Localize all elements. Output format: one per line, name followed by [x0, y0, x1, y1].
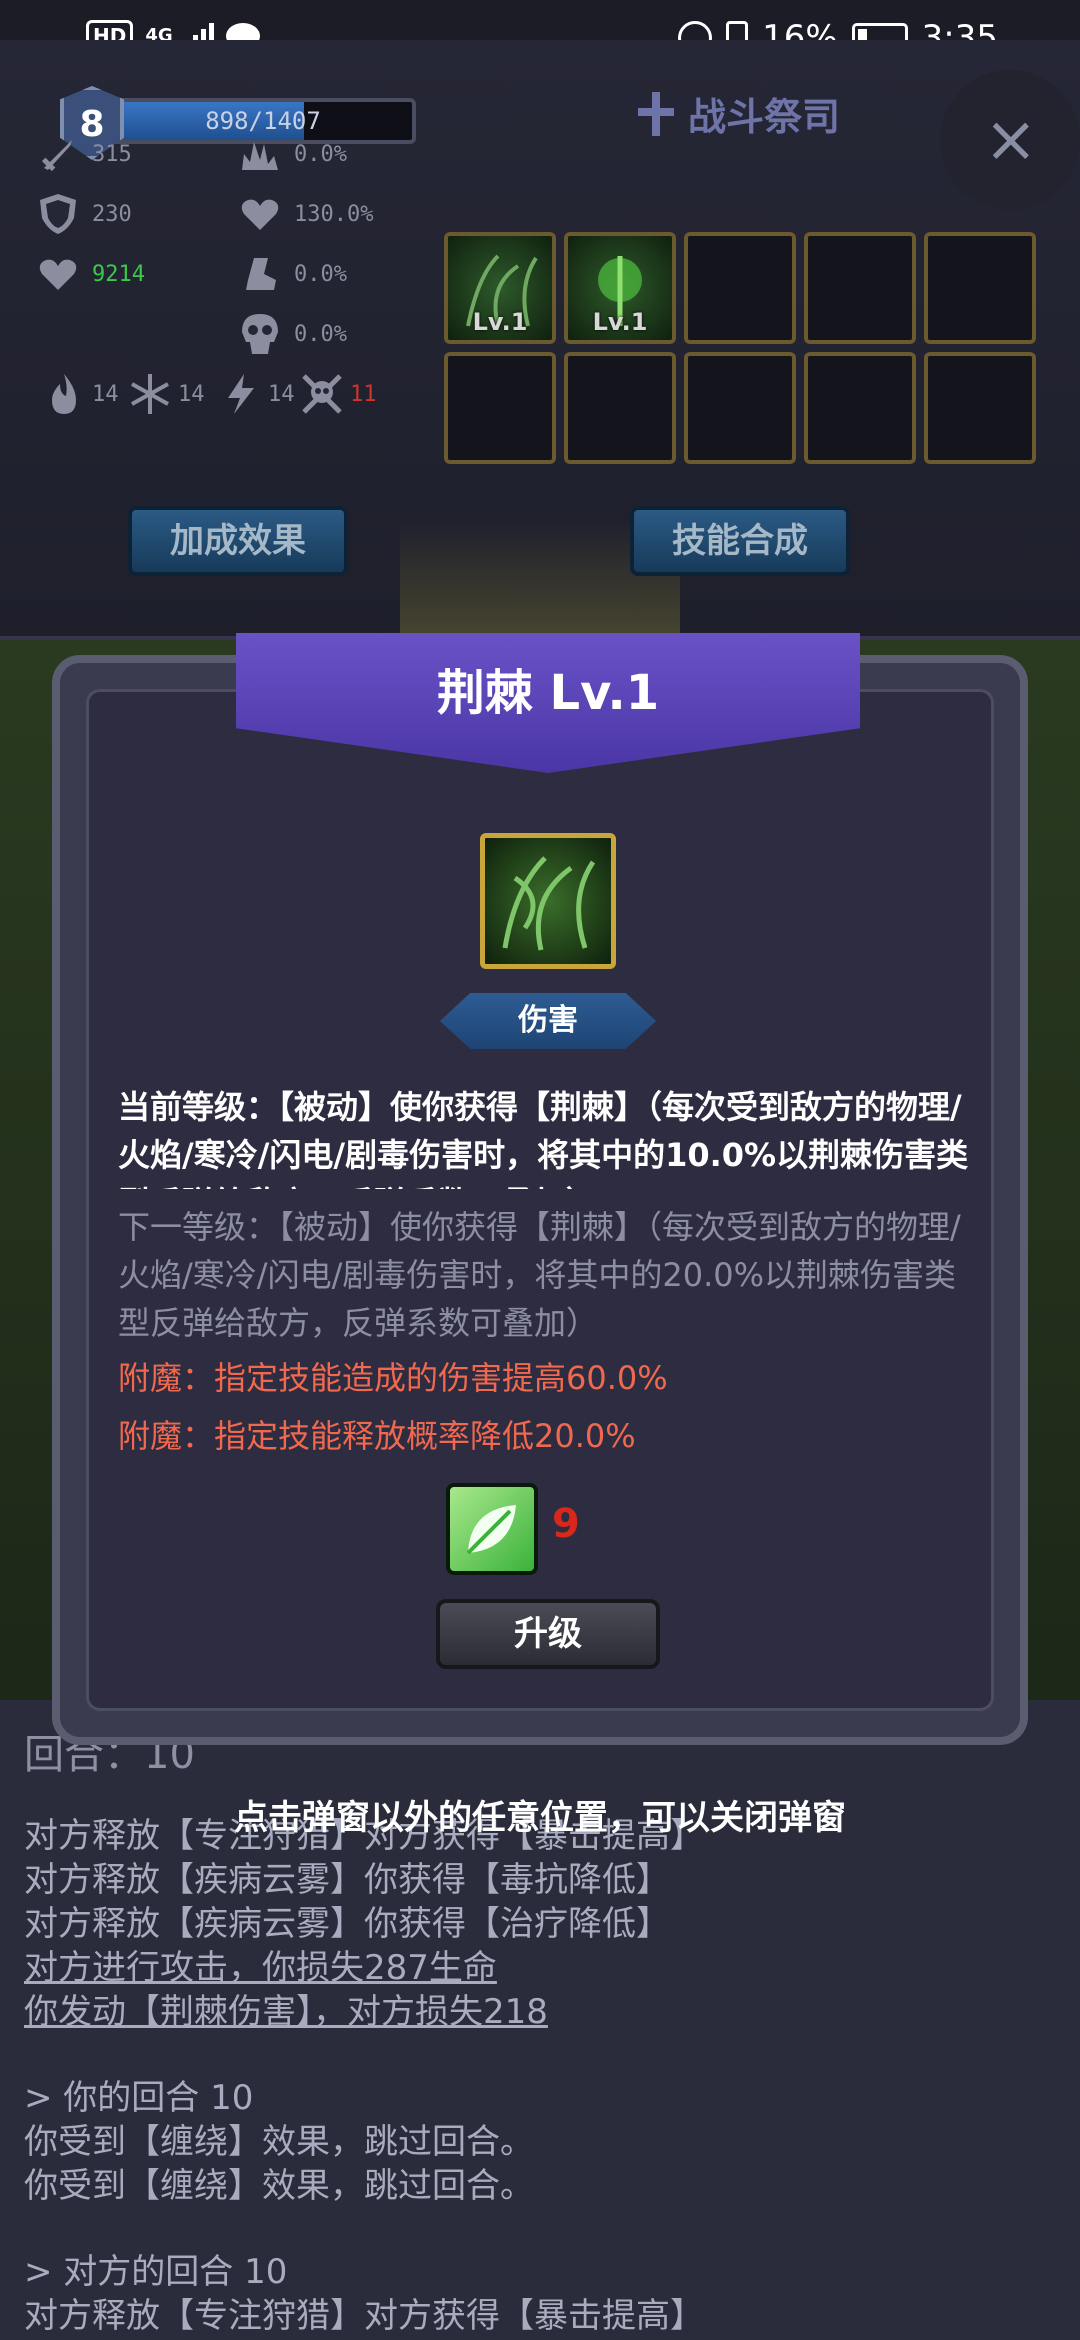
- close-button[interactable]: ×: [940, 70, 1080, 210]
- current-level-description: 当前等级：【被动】使你获得【荆棘】（每次受到敌方的物理/火焰/寒冷/闪电/剧毒伤…: [118, 1088, 969, 1189]
- enchant-line: 附魔：指定技能释放概率降低20.0%: [118, 1417, 636, 1455]
- stat-lifesteal: 130.0%: [238, 192, 373, 236]
- winged-heart-icon: [238, 192, 282, 236]
- stat-hp: 9214: [36, 252, 145, 296]
- upgrade-button[interactable]: 升级: [436, 1599, 660, 1669]
- thorns-skill-icon: [480, 833, 616, 969]
- log-line: 对方释放【疾病云雾】你获得【毒抗降低】: [24, 1860, 670, 1900]
- skill-slot[interactable]: [924, 352, 1036, 464]
- log-line: 你发动【荆棘伤害】，对方损失218: [24, 1992, 548, 2032]
- skill-slot[interactable]: [804, 352, 916, 464]
- damage-type-tag: 伤害: [440, 993, 656, 1049]
- bonus-effects-button[interactable]: 加成效果: [128, 506, 348, 576]
- cross-icon: [636, 91, 676, 136]
- log-line: 你受到【缠绕】效果，跳过回合。: [24, 2122, 534, 2162]
- stat-crit: 0.0%: [238, 132, 347, 176]
- burst-icon: [238, 132, 282, 176]
- skill-slot[interactable]: [804, 232, 916, 344]
- skill-slot[interactable]: [924, 232, 1036, 344]
- log-line: 对方释放【专注狩猎】对方获得【暴击提高】: [24, 2296, 704, 2336]
- skull-crossbones-icon: [300, 372, 344, 416]
- log-line: 对方进行攻击，你损失287生命: [24, 1948, 497, 1988]
- heart-icon: [36, 252, 80, 296]
- skill-merge-button[interactable]: 技能合成: [630, 506, 850, 576]
- skull-icon: [238, 312, 282, 356]
- stat-defense: 230: [36, 192, 132, 236]
- stat-attack: 315: [36, 132, 132, 176]
- next-level-description: 下一等级：【被动】使你获得【荆棘】（每次受到敌方的物理/火焰/寒冷/闪电/剧毒伤…: [118, 1208, 961, 1342]
- log-line: 对方释放【疾病云雾】你获得【治疗降低】: [24, 1904, 670, 1944]
- skill-slot[interactable]: Lv.1: [564, 232, 676, 344]
- leaf-material-icon: [446, 1483, 538, 1575]
- stat-lightning: 14: [218, 372, 295, 416]
- skill-slot[interactable]: [684, 232, 796, 344]
- enchant-line: 附魔：指定技能造成的伤害提高60.0%: [118, 1359, 668, 1397]
- lightning-icon: [218, 372, 262, 416]
- log-line: 你受到【缠绕】效果，跳过回合。: [24, 2166, 534, 2206]
- skill-slot[interactable]: [684, 352, 796, 464]
- stat-poison: 11: [300, 372, 377, 416]
- skill-slots: Lv.1 Lv.1: [444, 232, 1036, 464]
- stat-dodge: 0.0%: [238, 252, 347, 296]
- log-line: > 对方的回合 10: [24, 2252, 288, 2292]
- class-title: 战斗祭司: [636, 86, 840, 141]
- boot-icon: [238, 252, 282, 296]
- log-line: > 你的回合 10: [24, 2078, 254, 2118]
- shield-icon: [36, 192, 80, 236]
- close-hint: 点击弹窗以外的任意位置，可以关闭弹窗: [234, 1798, 846, 1838]
- stat-skull: 0.0%: [238, 312, 347, 356]
- fire-icon: [42, 372, 86, 416]
- stat-ice: 14: [128, 372, 205, 416]
- character-panel: 898/1407 8 战斗祭司 315 0.0% 230 130.0% 9214: [0, 40, 1080, 690]
- skill-slot[interactable]: [564, 352, 676, 464]
- class-title-text: 战斗祭司: [688, 95, 841, 139]
- snowflake-icon: [128, 372, 172, 416]
- sword-icon: [36, 132, 80, 176]
- skill-slot[interactable]: Lv.1: [444, 232, 556, 344]
- skill-detail-modal: 荆棘 Lv.1 伤害 当前等级：【被动】使你获得【荆棘】（每次受到敌方的物理/火…: [52, 633, 1028, 1745]
- skill-slot[interactable]: [444, 352, 556, 464]
- material-count: 9: [552, 1501, 580, 1547]
- stat-fire: 14: [42, 372, 119, 416]
